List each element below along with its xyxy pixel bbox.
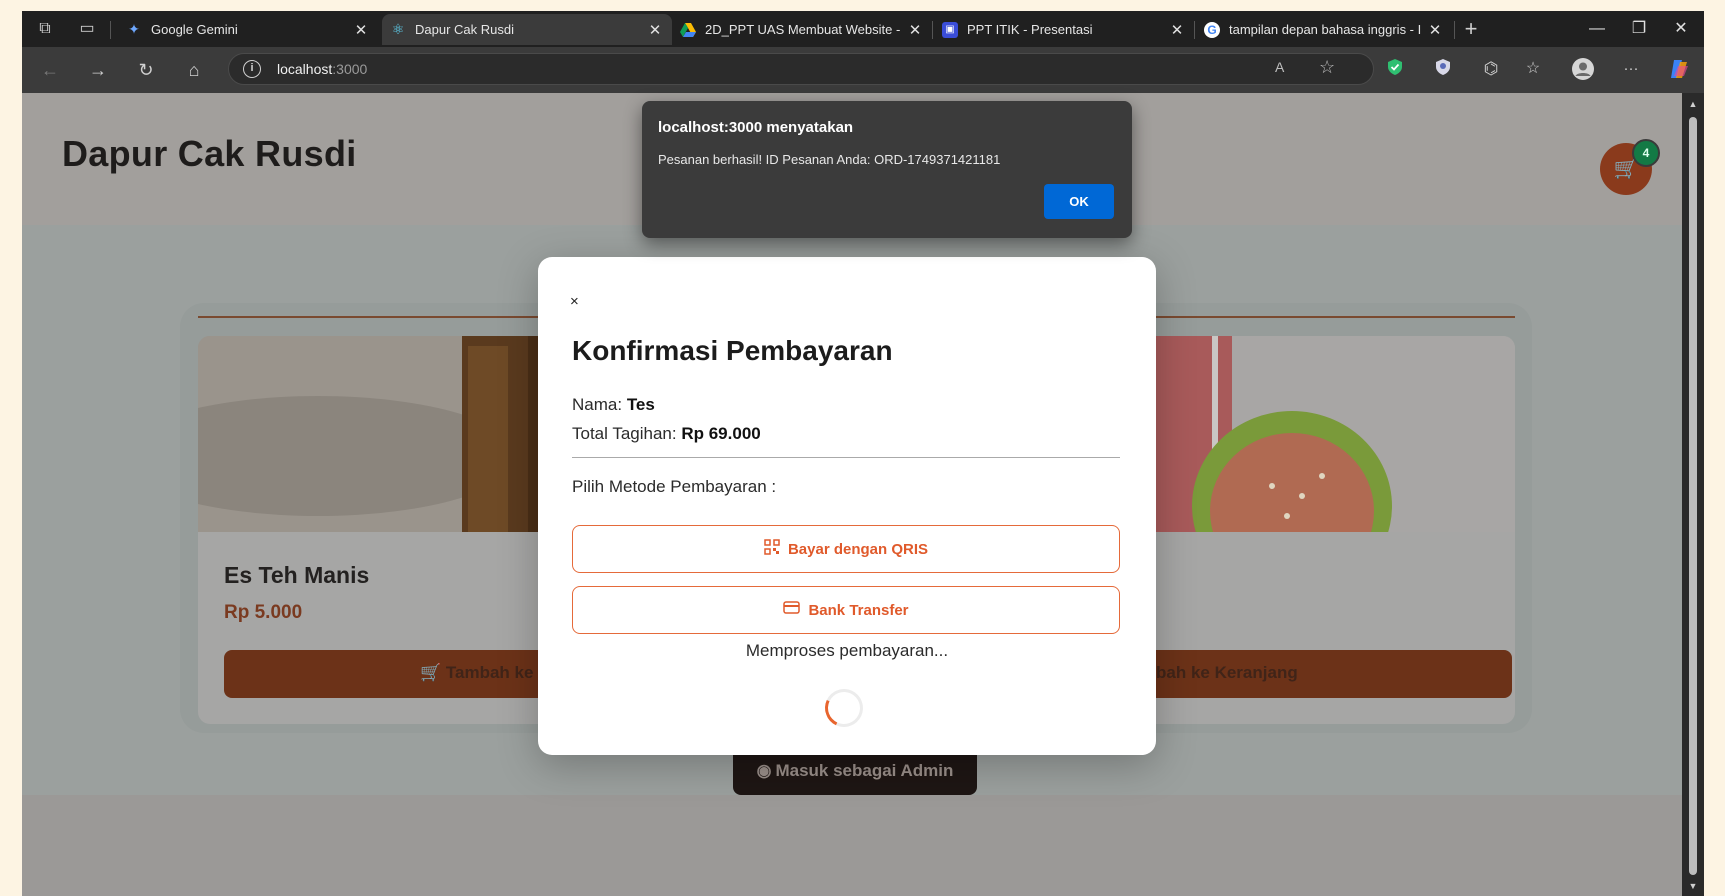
forward-button[interactable]: → — [84, 57, 112, 83]
gemini-icon: ✦ — [128, 21, 140, 37]
more-options-icon[interactable]: ··· — [1620, 58, 1642, 80]
address-bar[interactable]: i localhost:3000 A ☆ — [228, 53, 1374, 85]
tab-google-gemini[interactable]: ✦ Google Gemini ✕ — [118, 14, 378, 45]
processing-status: Memproses pembayaran... — [745, 641, 949, 660]
tab-dapur-cak-rusdi[interactable]: ⚛ Dapur Cak Rusdi ✕ — [382, 14, 672, 45]
credit-card-icon — [783, 601, 801, 619]
url-text[interactable]: localhost:3000 — [277, 61, 367, 77]
presentation-icon: ▣ — [942, 21, 958, 38]
home-button[interactable]: ⌂ — [180, 57, 208, 83]
cart-icon: 🛒 — [420, 663, 446, 682]
tab-2d-ppt-uas[interactable]: 2D_PPT UAS Membuat Website - ✕ — [672, 14, 932, 45]
profile-avatar[interactable] — [1572, 58, 1594, 80]
total-line: Total Tagihan: Rp 69.000 — [572, 424, 761, 444]
restore-button[interactable]: ❐ — [1619, 15, 1659, 43]
reload-button[interactable]: ↻ — [132, 57, 160, 83]
add-to-cart-left[interactable]: 🛒 Tambah ke K — [420, 663, 550, 683]
payment-modal: × Konfirmasi Pembayaran Nama: Tes Total … — [538, 257, 1156, 755]
tab-bar: ⧉ ▭ ✦ Google Gemini ✕ ⚛ Dapur Cak Rusdi … — [22, 11, 1704, 47]
new-tab-button[interactable]: + — [1460, 18, 1482, 40]
tab-actions-icon[interactable]: ▭ — [76, 18, 98, 40]
tab-title: Google Gemini — [151, 22, 238, 37]
workspaces-icon[interactable]: ⧉ — [34, 18, 56, 40]
bank-transfer-label: Bank Transfer — [808, 601, 909, 619]
pay-qris-button[interactable]: Bayar dengan QRIS — [572, 525, 1120, 573]
add-to-cart-right[interactable]: bah ke Keranjang — [1156, 663, 1298, 683]
loading-spinner-icon — [819, 683, 869, 733]
tab-ppt-itik[interactable]: ▣ PPT ITIK - Presentasi ✕ — [934, 14, 1194, 45]
scroll-down-arrow[interactable]: ▼ — [1687, 881, 1699, 891]
url-port: :3000 — [332, 61, 368, 77]
add-to-cart-label: Tambah ke K — [445, 663, 551, 682]
tab-title: 2D_PPT UAS Membuat Website - — [705, 22, 901, 37]
brand-title[interactable]: Dapur Cak Rusdi — [62, 133, 357, 175]
browser-window: ⧉ ▭ ✦ Google Gemini ✕ ⚛ Dapur Cak Rusdi … — [22, 11, 1704, 896]
customer-name-line: Nama: Tes — [572, 395, 655, 415]
shield-extension-icon[interactable] — [1384, 58, 1406, 80]
alert-ok-button[interactable]: OK — [1044, 184, 1114, 219]
bank-transfer-button[interactable]: Bank Transfer — [572, 586, 1120, 634]
tab-title: tampilan depan bahasa inggris - I — [1229, 22, 1422, 37]
product-price: Rp 5.000 — [224, 602, 303, 623]
payment-method-label: Pilih Metode Pembayaran : — [572, 477, 777, 496]
extensions-icon[interactable]: ⌬ — [1480, 58, 1502, 80]
tab-tampilan-depan[interactable]: G tampilan depan bahasa inggris - I ✕ — [1196, 14, 1452, 45]
close-window-button[interactable]: ✕ — [1661, 15, 1701, 43]
modal-close-button[interactable]: × — [570, 293, 579, 310]
close-tab-icon[interactable]: ✕ — [352, 21, 370, 39]
tab-title: PPT ITIK - Presentasi — [967, 22, 1093, 37]
minimize-button[interactable]: — — [1577, 15, 1617, 43]
close-tab-icon[interactable]: ✕ — [906, 21, 924, 39]
modal-title: Konfirmasi Pembayaran — [572, 335, 893, 366]
total-value: Rp 69.000 — [681, 424, 761, 443]
admin-button-label: Masuk sebagai Admin — [775, 761, 954, 780]
scrollbar-thumb[interactable] — [1689, 117, 1697, 875]
browser-alert-dialog: localhost:3000 menyatakan Pesanan berhas… — [642, 101, 1132, 238]
copilot-icon[interactable] — [1668, 58, 1690, 80]
back-button[interactable]: ← — [36, 57, 64, 83]
alert-title: localhost:3000 menyatakan — [658, 119, 854, 136]
cart-count-badge: 4 — [1632, 139, 1660, 167]
qris-label: Bayar dengan QRIS — [787, 540, 929, 558]
alert-message: Pesanan berhasil! ID Pesanan Anda: ORD-1… — [658, 152, 1001, 167]
privacy-extension-icon[interactable] — [1432, 58, 1454, 80]
total-label: Total Tagihan: — [572, 424, 677, 443]
favorite-star-icon[interactable]: ☆ — [1319, 57, 1335, 78]
page-footer — [22, 795, 1682, 896]
url-host: localhost — [277, 61, 333, 77]
site-info-icon[interactable]: i — [243, 60, 261, 78]
scroll-up-arrow[interactable]: ▲ — [1687, 99, 1699, 109]
google-icon: G — [1204, 21, 1220, 38]
tab-title: Dapur Cak Rusdi — [415, 22, 514, 37]
close-tab-icon[interactable]: ✕ — [1426, 21, 1444, 39]
google-drive-icon — [680, 22, 696, 38]
close-tab-icon[interactable]: ✕ — [1168, 21, 1186, 39]
favorites-icon[interactable]: ☆ — [1522, 58, 1544, 80]
name-value: Tes — [626, 395, 655, 414]
navigation-bar: ← → ↻ ⌂ i localhost:3000 A ☆ ⌬ ☆ ··· — [22, 47, 1704, 93]
modal-divider — [572, 457, 1120, 458]
product-name: Es Teh Manis — [224, 562, 370, 588]
user-circle-icon: ◉ — [756, 761, 772, 780]
close-tab-icon[interactable]: ✕ — [646, 21, 664, 39]
qr-code-icon — [764, 538, 780, 560]
react-icon: ⚛ — [391, 21, 405, 37]
read-aloud-icon[interactable]: A — [1275, 59, 1284, 75]
name-label: Nama: — [572, 395, 623, 414]
